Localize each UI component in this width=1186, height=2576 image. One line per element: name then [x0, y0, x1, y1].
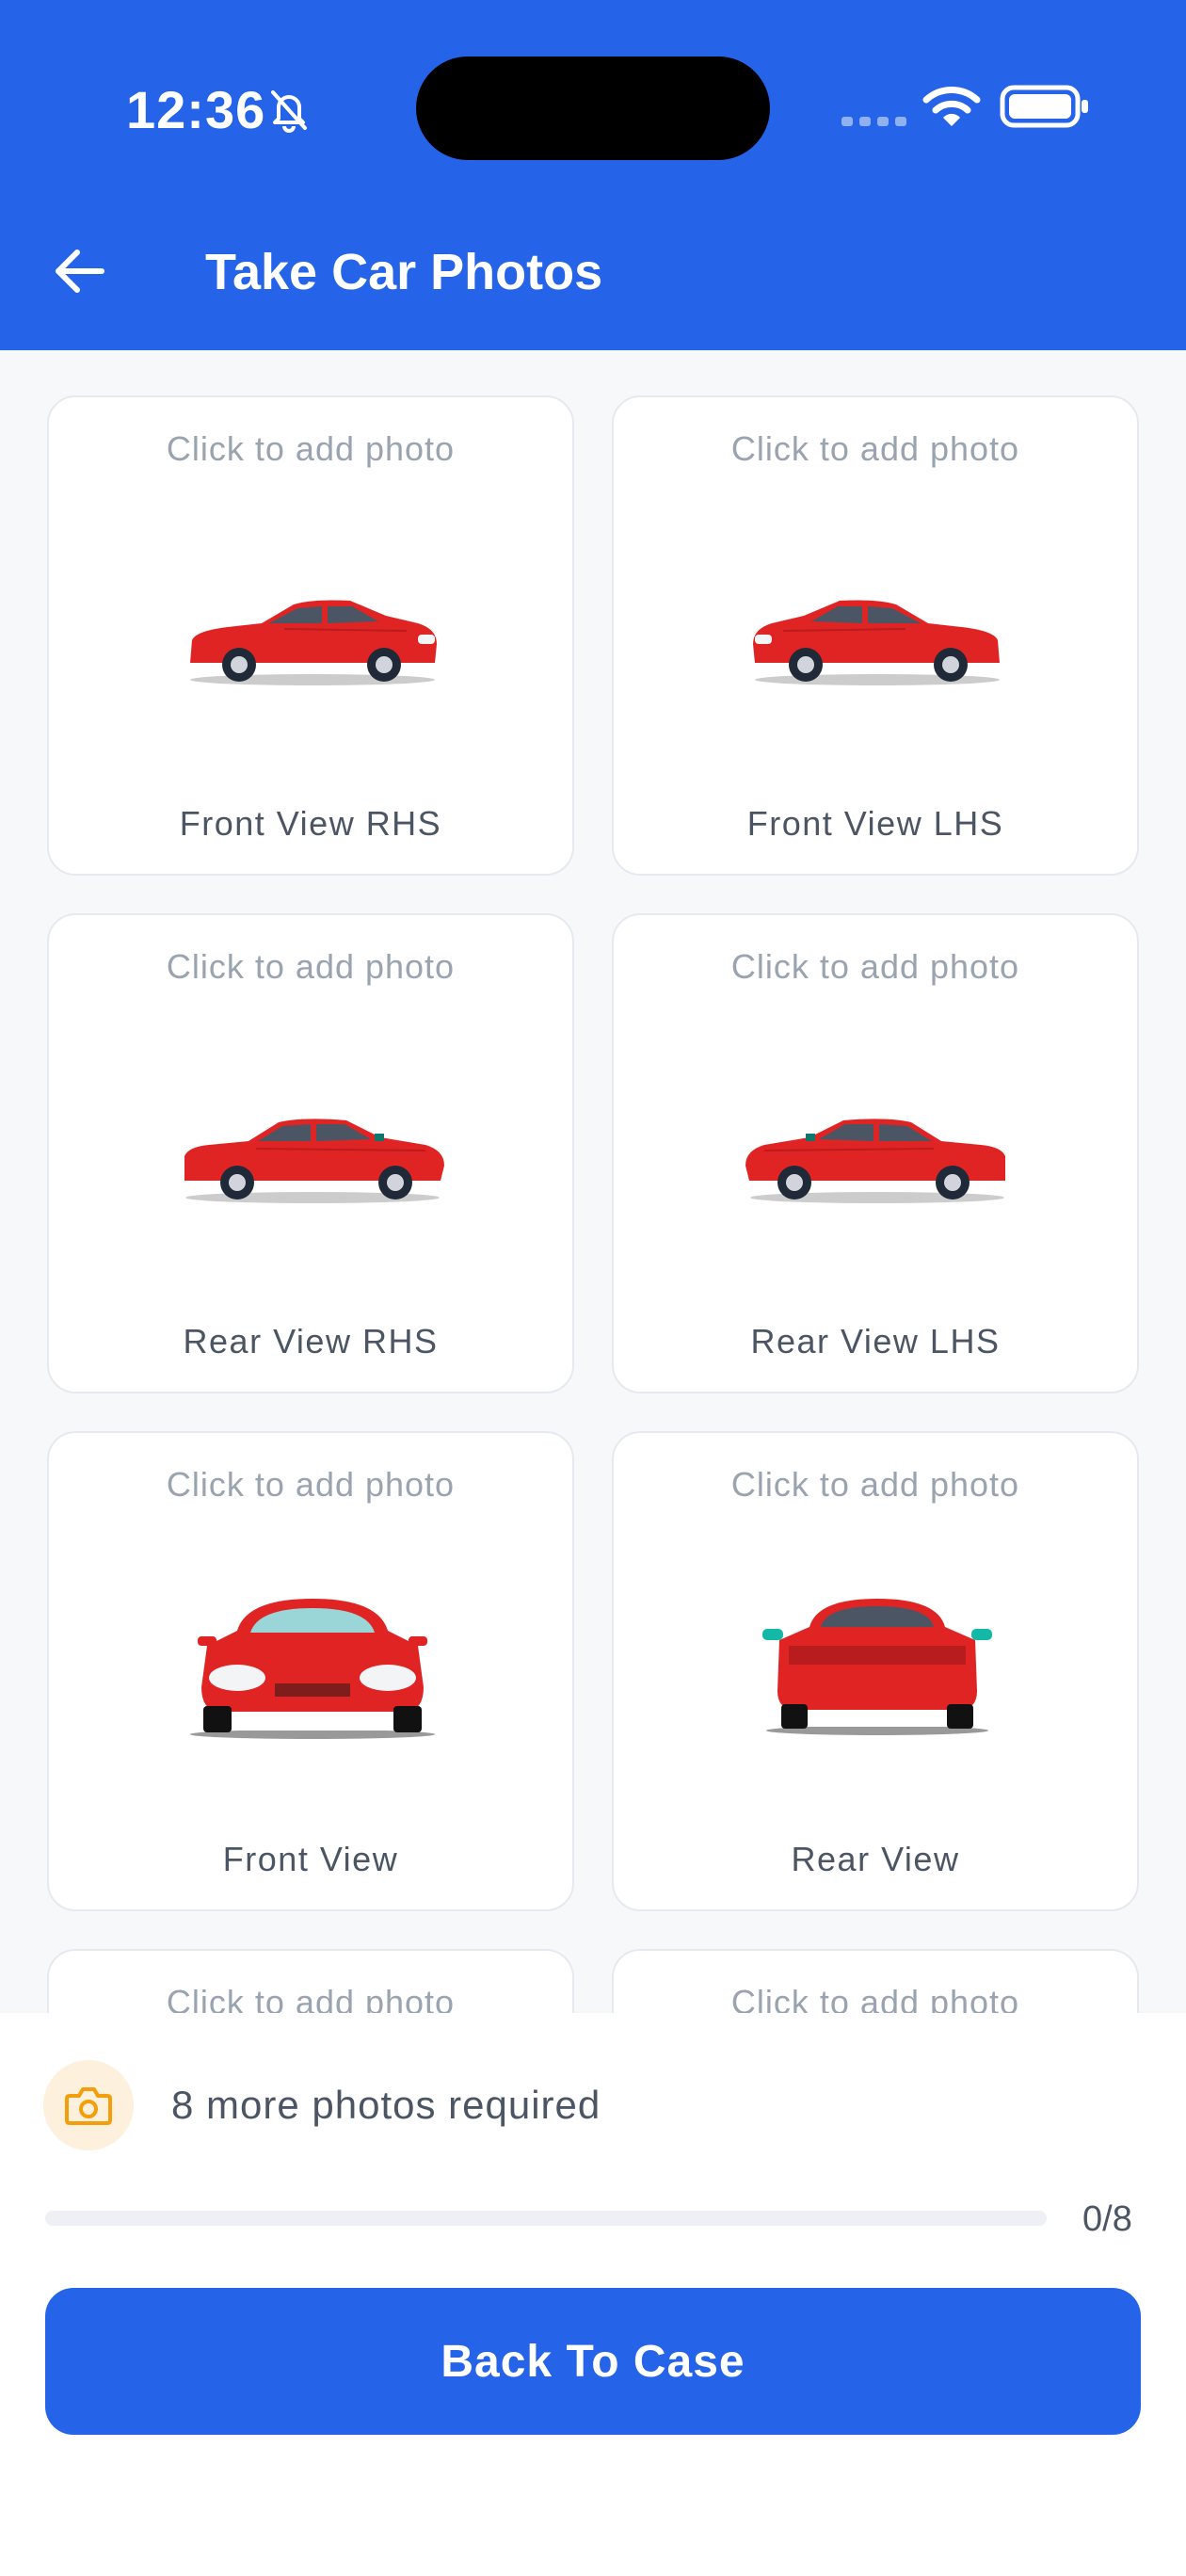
photo-card[interactable]: Click to add photo — [47, 1949, 574, 2013]
battery-icon — [1000, 85, 1088, 128]
photo-grid: Click to add photo Front View RHS Click … — [0, 350, 1186, 2013]
car-side-icon — [190, 600, 437, 685]
back-button[interactable] — [49, 241, 109, 301]
photo-card-front-lhs[interactable]: Click to add photo Front View LHS — [612, 395, 1139, 876]
car-side-icon — [745, 1119, 1005, 1203]
cellular-signal-icon — [841, 117, 906, 126]
add-photo-hint: Click to add photo — [166, 429, 456, 468]
dynamic-island — [416, 56, 770, 160]
photo-card[interactable]: Click to add photo — [612, 1949, 1139, 2013]
photo-card-rear-rhs[interactable]: Click to add photo Rear View RHS — [47, 913, 574, 1393]
camera-icon — [65, 2087, 112, 2125]
back-to-case-button[interactable]: Back To Case — [45, 2288, 1141, 2435]
photo-card-rear[interactable]: Click to add photo Rear View — [612, 1431, 1139, 1911]
add-photo-hint: Click to add photo — [166, 1465, 456, 1504]
photo-card-label: Front View — [222, 1840, 399, 1878]
photo-card-label: Rear View LHS — [750, 1322, 1001, 1360]
photo-card-label: Front View RHS — [179, 804, 442, 843]
wifi-icon — [922, 87, 981, 126]
add-photo-hint: Click to add photo — [730, 1465, 1020, 1504]
car-side-icon — [184, 1119, 444, 1203]
progress-count: 0/8 — [1082, 2199, 1132, 2239]
car-rear-icon — [762, 1599, 992, 1735]
camera-badge — [43, 2060, 134, 2150]
add-photo-hint: Click to add photo — [166, 1983, 456, 2013]
photos-required-text: 8 more photos required — [171, 2083, 601, 2127]
add-photo-hint: Click to add photo — [730, 1983, 1020, 2013]
photo-card-front-rhs[interactable]: Click to add photo Front View RHS — [47, 395, 574, 876]
car-side-icon — [753, 600, 1000, 685]
photo-card-label: Front View LHS — [746, 804, 1004, 843]
footer-panel: 8 more photos required 0/8 Back To Case — [0, 2013, 1186, 2576]
photo-card-front[interactable]: Click to add photo Front View — [47, 1431, 574, 1911]
page-title: Take Car Photos — [205, 244, 603, 300]
photo-card-rear-lhs[interactable]: Click to add photo Rear View LHS — [612, 913, 1139, 1393]
photo-card-label: Rear View — [791, 1840, 960, 1878]
status-time: 12:36 — [126, 80, 266, 139]
arrow-left-icon — [56, 250, 104, 293]
bell-muted-icon — [271, 90, 307, 133]
add-photo-hint: Click to add photo — [166, 947, 456, 986]
photo-card-label: Rear View RHS — [183, 1322, 439, 1360]
progress-bar — [45, 2211, 1047, 2226]
add-photo-hint: Click to add photo — [730, 429, 1020, 468]
add-photo-hint: Click to add photo — [730, 947, 1020, 986]
app-header: 12:36 Take Car Photos — [0, 0, 1186, 350]
car-front-icon — [190, 1599, 435, 1739]
